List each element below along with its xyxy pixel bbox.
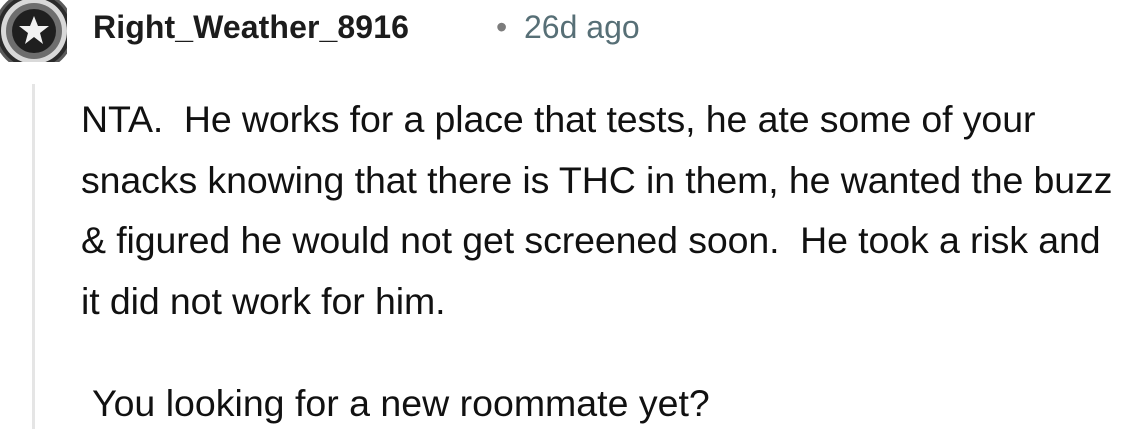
comment-header: Right_Weather_8916 • 26d ago bbox=[0, 0, 1123, 62]
separator-dot: • bbox=[496, 9, 508, 45]
thread-collapse-line[interactable] bbox=[32, 84, 35, 429]
comment-paragraph: You looking for a new roommate yet? bbox=[92, 382, 710, 424]
comment-paragraph: NTA. He works for a place that tests, he… bbox=[81, 98, 1123, 322]
comment: Right_Weather_8916 • 26d ago NTA. He wor… bbox=[0, 0, 1123, 429]
avatar[interactable] bbox=[0, 0, 67, 62]
username-link[interactable]: Right_Weather_8916 bbox=[93, 9, 409, 46]
comment-timestamp[interactable]: 26d ago bbox=[524, 9, 640, 46]
comment-body: NTA. He works for a place that tests, he… bbox=[81, 89, 1121, 331]
star-shield-avatar-icon bbox=[0, 0, 67, 62]
